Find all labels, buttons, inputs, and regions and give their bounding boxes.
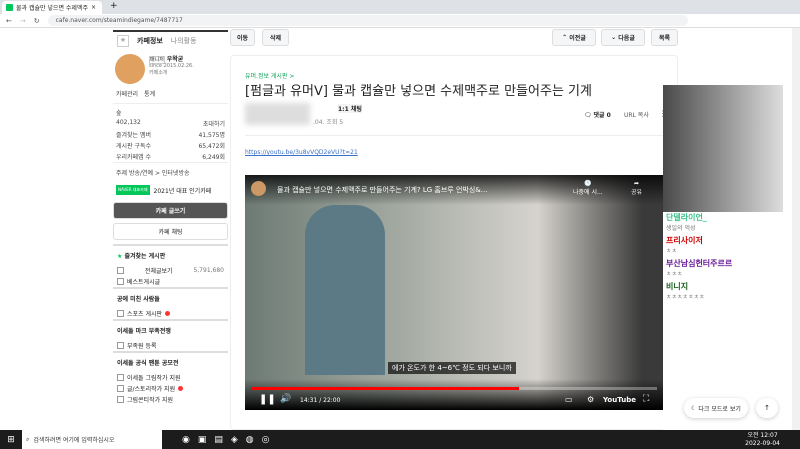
windows-start-icon[interactable]: ⊞ [0, 435, 22, 445]
youtube-logo[interactable]: YouTube [603, 396, 636, 404]
dark-mode-button[interactable]: ☾ 다크 모드로 보기 [684, 398, 748, 418]
time-display: 14:31 / 22:00 [300, 397, 341, 404]
watch-later-button[interactable]: 🕒 나중에 시... [573, 180, 603, 196]
chat-username[interactable]: 비니지 [666, 281, 783, 292]
pinned-apps-icons[interactable]: ◉▣▤◈◍◎ [182, 435, 278, 445]
chat-text: ㅊㅊㅊ [666, 271, 683, 278]
reload-icon[interactable]: ↻ [34, 17, 40, 25]
naver-cafe-favicon [6, 4, 13, 11]
subtitle: 에가 온도가 한 4~6℃ 정도 되다 보니까 [388, 362, 516, 374]
volume-icon[interactable]: 🔊 [280, 394, 291, 404]
youtube-link[interactable]: https://youtu.be/3u8vVQD2eVU?t=21 [245, 149, 358, 156]
video-title[interactable]: 물과 캡슐만 넣으면 수제맥주로 만들어주는 기계? LG 홈브루 언박싱&..… [277, 185, 487, 195]
chat-username[interactable]: 부산남심헌터주르르 [666, 258, 783, 269]
chat-message: 단델라이언_ 생일의 억성 [666, 212, 783, 232]
pause-icon[interactable]: ❚❚ [259, 394, 276, 405]
chat-username[interactable]: 단델라이언_ [666, 212, 783, 223]
taskbar-search[interactable]: ⌕ 검색하려면 여기에 입력하십시오 [22, 430, 162, 449]
cafe-chat-button[interactable]: 카페 채팅 [113, 223, 228, 240]
url-copy-button[interactable]: URL 복사 [624, 110, 649, 119]
chat-message: 부산남심헌터주르르 ㅊㅊㅊ [666, 258, 783, 278]
scroll-top-button[interactable]: ↑ [756, 398, 778, 418]
captions-icon[interactable]: ▭ [565, 395, 573, 404]
fullscreen-icon[interactable]: ⛶ [643, 394, 649, 404]
close-icon[interactable]: × [91, 4, 96, 11]
chat-button[interactable]: 1:1 채팅 [338, 104, 362, 113]
taskbar: ⊞ ⌕ 검색하려면 여기에 입력하십시오 ◉▣▤◈◍◎ 오전 12:07 2022… [0, 430, 800, 449]
article-title: [펌글과 유머ᐯ] 물과 캡슐만 넣으면 수제맥주로 만들어주는 기계 [245, 84, 592, 99]
cafe-sidebar: ★ 카페정보 나의활동 매니저 우왁굳 since 2015.02.26. 카페소개 … [113, 30, 228, 430]
tab-bar: 물과 캡슐만 넣으면 수제맥주 × + [0, 0, 800, 14]
channel-avatar[interactable] [251, 181, 266, 196]
chat-message: 프리사이저 ㅊㅊ [666, 235, 783, 255]
back-icon[interactable]: ← [6, 17, 12, 25]
tab-my-activity[interactable]: 나의활동 [171, 36, 197, 46]
list-button[interactable]: 목록 [651, 29, 678, 46]
author-blurred [245, 103, 310, 125]
forward-icon[interactable]: → [20, 17, 26, 25]
tab-cafe-info[interactable]: 카페정보 [137, 36, 163, 46]
chat-text: ㅊㅊㅊㅊㅊㅊㅊ [666, 294, 705, 301]
next-post-button[interactable]: ⌄ 다음글 [601, 29, 645, 46]
url-input[interactable]: cafe.naver.com/steamindiegame/7487717 [47, 15, 688, 26]
settings-icon[interactable]: ⚙ [587, 395, 594, 404]
chat-text: 생일의 억성 [666, 225, 696, 232]
chat-username[interactable]: 프리사이저 [666, 235, 783, 246]
comments-button[interactable]: 🗨 댓글 0 [584, 110, 611, 119]
delete-button[interactable]: 삭제 [262, 29, 289, 46]
address-bar: ← → ↻ cafe.naver.com/steamindiegame/748771… [0, 14, 800, 28]
browser-tab[interactable]: 물과 캡슐만 넣으면 수제맥주 × [2, 1, 102, 14]
star-icon[interactable]: ★ [117, 35, 129, 47]
share-button[interactable]: ➦ 공유 [631, 180, 642, 196]
board-link[interactable]: 유머.정보 게시판 > [245, 71, 294, 80]
video-frame-person [305, 205, 385, 375]
progress-bar[interactable] [251, 387, 657, 390]
chat-message: 비니지 ㅊㅊㅊㅊㅊㅊㅊ [666, 281, 783, 301]
clock[interactable]: 오전 12:07 2022-09-04 [745, 432, 800, 448]
scrollbar[interactable] [792, 28, 800, 430]
chat-text: ㅊㅊ [666, 248, 678, 255]
new-tab-button[interactable]: + [110, 1, 118, 11]
move-button[interactable]: 이동 [230, 29, 255, 46]
youtube-player[interactable]: 물과 캡슐만 넣으면 수제맥주로 만들어주는 기계? LG 홈브루 언박싱&..… [245, 175, 663, 410]
write-post-button[interactable]: 카페 글쓰기 [113, 202, 228, 219]
prev-post-button[interactable]: ⌃ 이전글 [552, 29, 596, 46]
cafe-avatar [115, 54, 145, 84]
